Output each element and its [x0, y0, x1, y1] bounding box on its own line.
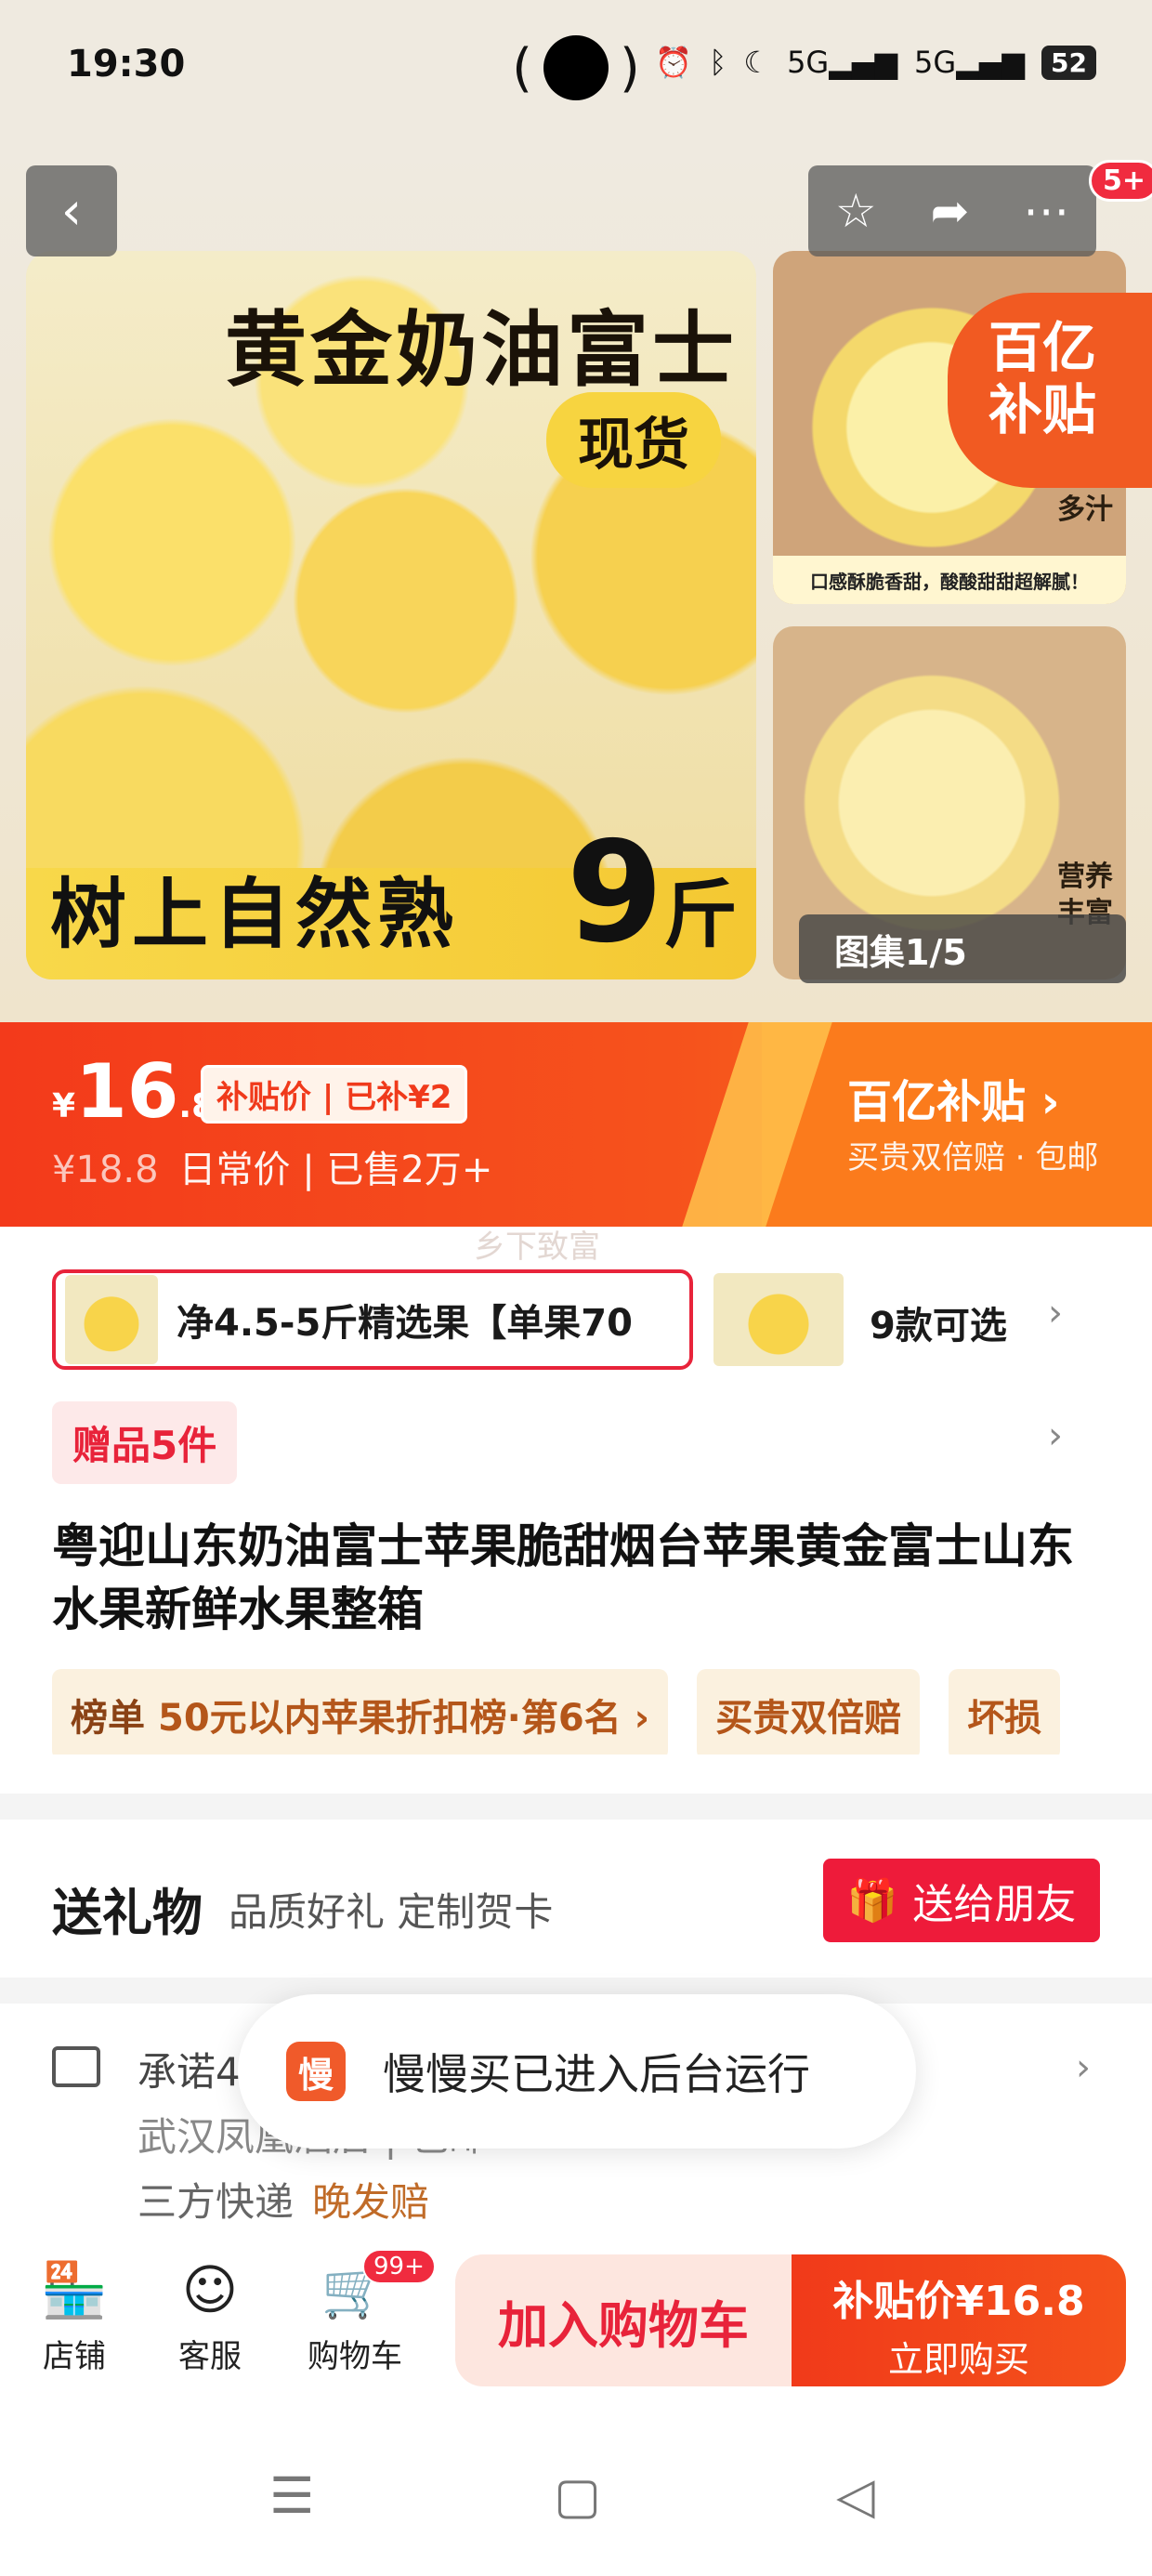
signal-icon: 5G▂▄▆: [787, 45, 898, 80]
main-product-image[interactable]: 黄金奶油富士 现货 树上自然熟 9斤: [26, 251, 756, 979]
shop-button[interactable]: 🏪 店铺: [19, 2254, 130, 2376]
share-icon[interactable]: ➦: [930, 184, 969, 238]
cart-label: 购物车: [308, 2338, 402, 2375]
subsidy-seal: 百亿 补贴: [948, 293, 1152, 488]
delivery-truck-icon: [52, 2046, 100, 2087]
gift-title: 送礼物: [52, 1884, 203, 1942]
home-icon[interactable]: ▢: [554, 2466, 601, 2525]
price-bar: ¥16.8 补贴价 | 已补¥2 ¥18.8 日常价 | 已售2万+ 百亿补贴 ›…: [0, 1022, 1152, 1227]
cart-button[interactable]: 🛒 购物车 99+: [299, 2249, 436, 2376]
shop-label: 店铺: [43, 2338, 106, 2375]
gift-section: 送礼物 品质好礼 定制贺卡 🎁 送给朋友: [0, 1820, 1152, 1978]
section-divider: [0, 1794, 1152, 1820]
menu-icon[interactable]: ☰: [269, 2466, 314, 2525]
add-to-cart-button[interactable]: 加入购物车: [455, 2254, 792, 2386]
bottom-action-bar: 🏪 店铺 ☺ 客服 🛒 购物车 99+ 加入购物车 补贴价¥16.8 立即购买: [0, 2241, 1152, 2399]
bluetooth-icon: ᛒ: [709, 45, 727, 80]
cart-badge: 99+: [362, 2249, 436, 2284]
status-bar: 19:30 ( ) ⏰ ᛒ ☾ 5G▂▄▆ 5G▂▄▆ 52: [0, 0, 1152, 139]
favorite-icon[interactable]: ☆: [835, 184, 877, 238]
message-badge: 5+: [1089, 160, 1152, 202]
gift-row[interactable]: 赠品5件 ›: [0, 1394, 1152, 1487]
damage-chip[interactable]: 坏损: [949, 1669, 1061, 1755]
toast-text: 慢慢买已进入后台运行: [383, 2049, 810, 2099]
current-price: ¥16.8: [52, 1048, 216, 1135]
sku-selector[interactable]: 净4.5-5斤精选果【单果70 9款可选 ›: [0, 1264, 1152, 1375]
chevron-right-icon[interactable]: ›: [1076, 2046, 1091, 2089]
app-logo-icon: 慢: [286, 2042, 346, 2101]
product-title: 粤迎山东奶油富士苹果脆甜烟台苹果黄金富士山东水果新鲜水果整箱: [52, 1519, 1074, 1636]
in-stock-label: 现货: [546, 392, 721, 488]
gift-subtitle: 品质好礼 定制贺卡: [229, 1889, 554, 1935]
brand-subsidy[interactable]: 百亿补贴 ›: [847, 1065, 1060, 1130]
image-bottom-text: 树上自然熟: [50, 870, 460, 959]
gift-icon: 🎁: [846, 1877, 898, 1925]
arrow-icon: ›: [1041, 1076, 1060, 1128]
chevron-right-icon[interactable]: ›: [1048, 1292, 1063, 1334]
system-nav-bar: ☰ ▢ ◁: [0, 2416, 1152, 2576]
more-icon[interactable]: ⋯: [1023, 184, 1069, 238]
promo-chips: 榜单 50元以内苹果折扣榜·第6名 › 买贵双倍赔 坏损: [52, 1669, 1152, 1755]
price-subline: ¥18.8 日常价 | 已售2万+: [52, 1149, 493, 1191]
sku-option[interactable]: [713, 1273, 844, 1366]
camera-cutout: ( ): [511, 26, 641, 110]
chevron-right-icon[interactable]: ›: [1048, 1414, 1063, 1457]
battery-icon: 52: [1041, 45, 1096, 80]
chat-smile-icon: ☺: [181, 2258, 239, 2321]
thumb-strip: 口感酥脆香甜，酸酸甜甜超解腻！: [773, 556, 1126, 604]
chevron-left-icon: ‹: [60, 180, 83, 242]
status-icons: ⏰ ᛒ ☾ 5G▂▄▆ 5G▂▄▆ 52: [655, 45, 1096, 80]
buy-now-button[interactable]: 补贴价¥16.8 立即购买: [792, 2254, 1126, 2386]
sku-label: 净4.5-5斤精选果【单果70: [177, 1302, 633, 1345]
moon-icon: ☾: [743, 45, 771, 80]
album-counter[interactable]: 图集1/5: [799, 914, 1126, 983]
sku-count[interactable]: 9款可选: [870, 1295, 1007, 1349]
background-toast: 慢 慢慢买已进入后台运行: [238, 1994, 916, 2149]
double-refund-chip[interactable]: 买贵双倍赔: [697, 1669, 921, 1755]
buy-label: 立即购买: [887, 2339, 1029, 2380]
ship-carrier: 三方快递 晚发赔: [137, 2179, 430, 2225]
alarm-icon: ⏰: [655, 45, 693, 80]
ranking-chip[interactable]: 榜单 50元以内苹果折扣榜·第6名 ›: [52, 1669, 669, 1755]
brand-subsidy-sub: 买贵双倍赔 · 包邮: [847, 1139, 1099, 1176]
signal-icon-2: 5G▂▄▆: [914, 45, 1026, 80]
gift-chip[interactable]: 赠品5件: [52, 1401, 238, 1484]
status-time: 19:30: [67, 43, 186, 85]
image-title: 黄金奶油富士: [224, 301, 738, 398]
image-weight: 9斤: [566, 812, 738, 974]
back-triangle-icon[interactable]: ◁: [836, 2466, 875, 2525]
sku-option-selected[interactable]: 净4.5-5斤精选果【单果70: [52, 1269, 693, 1370]
top-actions: ☆ ➦ ⋯: [808, 165, 1096, 256]
shop-icon: 🏪: [40, 2258, 109, 2321]
subsidy-price-tag: 补贴价 | 已补¥2: [201, 1065, 468, 1124]
send-to-friend-button[interactable]: 🎁 送给朋友: [823, 1859, 1100, 1942]
sku-thumb: [65, 1275, 158, 1364]
watermark: 乡下致富: [474, 1229, 600, 1266]
back-button[interactable]: ‹: [26, 165, 117, 256]
service-button[interactable]: ☺ 客服: [154, 2254, 266, 2376]
buy-price: 补贴价¥16.8: [832, 2278, 1085, 2325]
service-label: 客服: [178, 2338, 242, 2375]
product-gallery[interactable]: 黄金奶油富士 现货 树上自然熟 9斤 松脆 多汁 口感酥脆香甜，酸酸甜甜超解腻！…: [0, 139, 1152, 1022]
